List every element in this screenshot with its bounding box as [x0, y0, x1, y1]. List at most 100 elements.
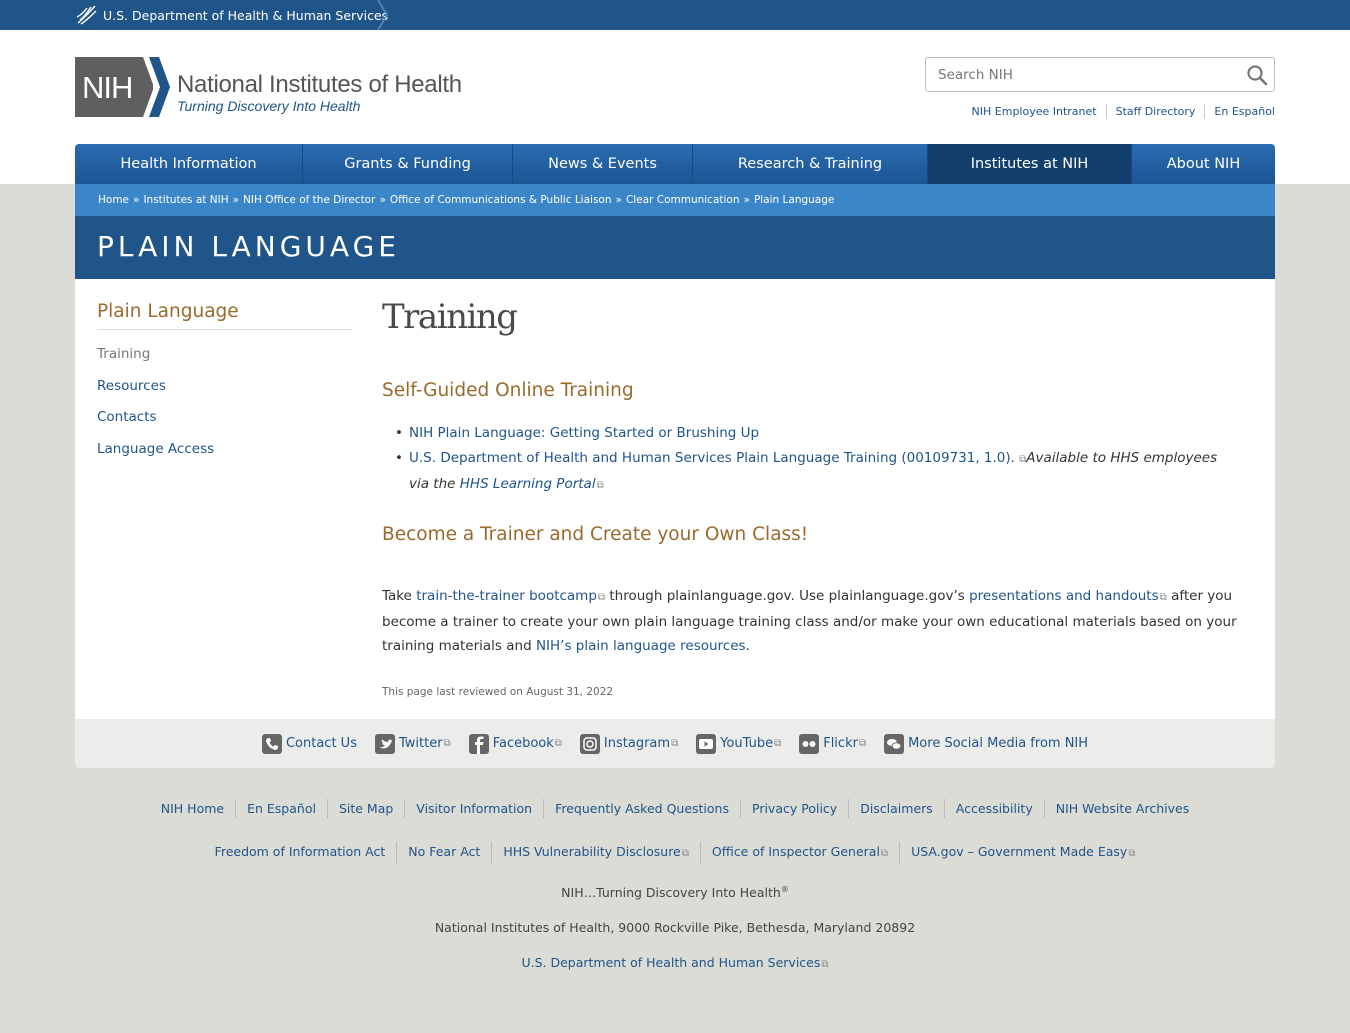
nih-logo-abbr: NIH	[82, 70, 133, 105]
search-input[interactable]	[926, 58, 1236, 91]
page-title: PLAIN LANGUAGE	[97, 230, 400, 263]
link-nih-plain-language-course[interactable]: NIH Plain Language: Getting Started or B…	[409, 425, 759, 441]
sidebar-item-language-access: Language Access	[97, 439, 352, 471]
content-area: Plain Language Training Resources Contac…	[75, 279, 1275, 719]
footer-link-inspector-general[interactable]: Office of Inspector General⧉	[699, 842, 899, 863]
footer-link-archives[interactable]: NIH Website Archives	[1043, 799, 1201, 818]
footer-link-usa-gov[interactable]: USA.gov – Government Made Easy⧉	[899, 842, 1146, 863]
sidebar: Plain Language Training Resources Contac…	[97, 301, 352, 470]
facebook-icon	[468, 733, 489, 754]
util-link-espanol[interactable]: En Español	[1204, 104, 1275, 119]
footer-link-label: Office of Inspector General	[711, 844, 880, 859]
footer-link-faq[interactable]: Frequently Asked Questions	[543, 799, 740, 818]
footer-link-foia[interactable]: Freedom of Information Act	[204, 842, 397, 863]
footer-link-no-fear-act[interactable]: No Fear Act	[396, 842, 491, 863]
breadcrumb-sep: »	[743, 194, 750, 206]
social-label: Twitter	[398, 736, 443, 751]
nav-item-grants-funding[interactable]: Grants & Funding	[303, 144, 513, 184]
hhs-bar: U.S. Department of Health & Human Servic…	[0, 0, 1350, 30]
trainer-paragraph: Take train-the-trainer bootcamp⧉ through…	[382, 584, 1257, 658]
social-instagram[interactable]: Instagram ⧉	[579, 733, 679, 754]
search-icon[interactable]	[1246, 64, 1268, 86]
registered-mark: ®	[780, 885, 789, 894]
breadcrumb-ocpl[interactable]: Office of Communications & Public Liaiso…	[390, 194, 612, 206]
util-link-intranet[interactable]: NIH Employee Intranet	[963, 104, 1106, 119]
para-text: .	[745, 638, 750, 654]
flickr-icon	[799, 733, 820, 754]
footer-link-visitor-information[interactable]: Visitor Information	[404, 799, 543, 818]
footer-link-nih-home[interactable]: NIH Home	[150, 799, 235, 818]
nav-item-institutes[interactable]: Institutes at NIH	[928, 144, 1132, 184]
external-link-icon: ⧉	[774, 738, 782, 749]
footer-tagline: NIH…Turning Discovery Into Health®	[0, 885, 1350, 900]
link-train-the-trainer[interactable]: train-the-trainer bootcamp	[416, 588, 597, 604]
para-text: through plainlanguage.gov. Use plainlang…	[605, 588, 970, 604]
link-presentations-handouts[interactable]: presentations and handouts	[969, 588, 1159, 604]
footer-link-espanol[interactable]: En Español	[235, 799, 327, 818]
sidebar-item-contacts: Contacts	[97, 407, 352, 439]
social-facebook[interactable]: Facebook ⧉	[468, 733, 562, 754]
breadcrumb-home[interactable]: Home	[98, 194, 129, 206]
breadcrumb-clear-communication[interactable]: Clear Communication	[626, 194, 740, 206]
sidebar-item-training: Training	[97, 344, 352, 376]
nav-item-research-training[interactable]: Research & Training	[693, 144, 928, 184]
link-hhs-plain-language-training[interactable]: U.S. Department of Health and Human Serv…	[409, 450, 1015, 466]
social-flickr[interactable]: Flickr ⧉	[799, 733, 866, 754]
social-twitter[interactable]: Twitter ⧉	[374, 733, 451, 754]
external-link-icon: ⧉	[596, 480, 604, 491]
nav-item-about[interactable]: About NIH	[1132, 144, 1275, 184]
breadcrumb-office-director[interactable]: NIH Office of the Director	[243, 194, 375, 206]
link-hhs-learning-portal[interactable]: HHS Learning Portal	[460, 476, 596, 492]
sidebar-list: Training Resources Contacts Language Acc…	[97, 344, 352, 470]
footer-link-label: HHS Vulnerability Disclosure	[503, 844, 681, 859]
util-link-staff-directory[interactable]: Staff Directory	[1105, 104, 1205, 119]
social-label: Contact Us	[285, 736, 357, 751]
list-item: U.S. Department of Health and Human Serv…	[395, 446, 1239, 499]
training-list: NIH Plain Language: Getting Started or B…	[395, 421, 1239, 499]
para-text: Take	[382, 588, 417, 604]
list-item: NIH Plain Language: Getting Started or B…	[395, 421, 1239, 446]
footer-link-label: USA.gov – Government Made Easy	[911, 844, 1128, 859]
footer-link-hhs[interactable]: U.S. Department of Health and Human Serv…	[521, 955, 820, 970]
search-box	[925, 57, 1275, 92]
last-reviewed: This page last reviewed on August 31, 20…	[382, 686, 614, 698]
sidebar-link-resources[interactable]: Resources	[97, 378, 166, 394]
nih-logo[interactable]: NIH National Institutes of Health Turnin…	[75, 57, 475, 119]
footer-link-hhs-vulnerability[interactable]: HHS Vulnerability Disclosure⧉	[491, 842, 700, 863]
breadcrumb-institutes[interactable]: Institutes at NIH	[143, 194, 228, 206]
instagram-icon	[579, 733, 600, 754]
hhs-eagle-icon	[76, 5, 97, 25]
footer-links-primary: NIH Home En Español Site Map Visitor Inf…	[0, 799, 1350, 818]
nav-item-news-events[interactable]: News & Events	[513, 144, 693, 184]
twitter-icon	[374, 733, 395, 754]
footer-tagline-text: NIH…Turning Discovery Into Health	[561, 885, 781, 901]
footer-link-accessibility[interactable]: Accessibility	[943, 799, 1044, 818]
hhs-link[interactable]: U.S. Department of Health & Human Servic…	[75, 0, 388, 30]
nav-item-health-information[interactable]: Health Information	[75, 144, 303, 184]
sidebar-title[interactable]: Plain Language	[97, 301, 352, 330]
section-heading-self-guided: Self-Guided Online Training	[382, 380, 634, 401]
sidebar-item-resources: Resources	[97, 376, 352, 408]
social-label: YouTube	[720, 736, 774, 751]
footer-link-disclaimers[interactable]: Disclaimers	[848, 799, 944, 818]
hhs-chevron-icon	[377, 0, 388, 30]
breadcrumb-current: Plain Language	[753, 194, 835, 206]
sidebar-link-contacts[interactable]: Contacts	[97, 409, 157, 425]
phone-icon	[261, 733, 282, 754]
social-youtube[interactable]: YouTube ⧉	[696, 733, 782, 754]
footer-link-privacy-policy[interactable]: Privacy Policy	[740, 799, 848, 818]
footer-link-site-map[interactable]: Site Map	[326, 799, 404, 818]
external-link-icon: ⧉	[671, 738, 679, 749]
hhs-label: U.S. Department of Health & Human Servic…	[103, 7, 389, 23]
breadcrumb-sep: »	[232, 194, 240, 206]
page-banner: PLAIN LANGUAGE	[75, 216, 1275, 279]
breadcrumb-sep: »	[615, 194, 622, 206]
social-label: Instagram	[603, 736, 671, 751]
nih-logo-title: National Institutes of Health	[177, 71, 462, 98]
sidebar-link-language-access[interactable]: Language Access	[97, 441, 214, 457]
link-nih-plain-language-resources[interactable]: NIH’s plain language resources	[536, 638, 746, 654]
social-label: Facebook	[492, 736, 554, 751]
chat-bubbles-icon	[884, 733, 905, 754]
social-contact-us[interactable]: Contact Us	[261, 733, 357, 754]
social-more-social-media[interactable]: More Social Media from NIH	[884, 733, 1088, 754]
